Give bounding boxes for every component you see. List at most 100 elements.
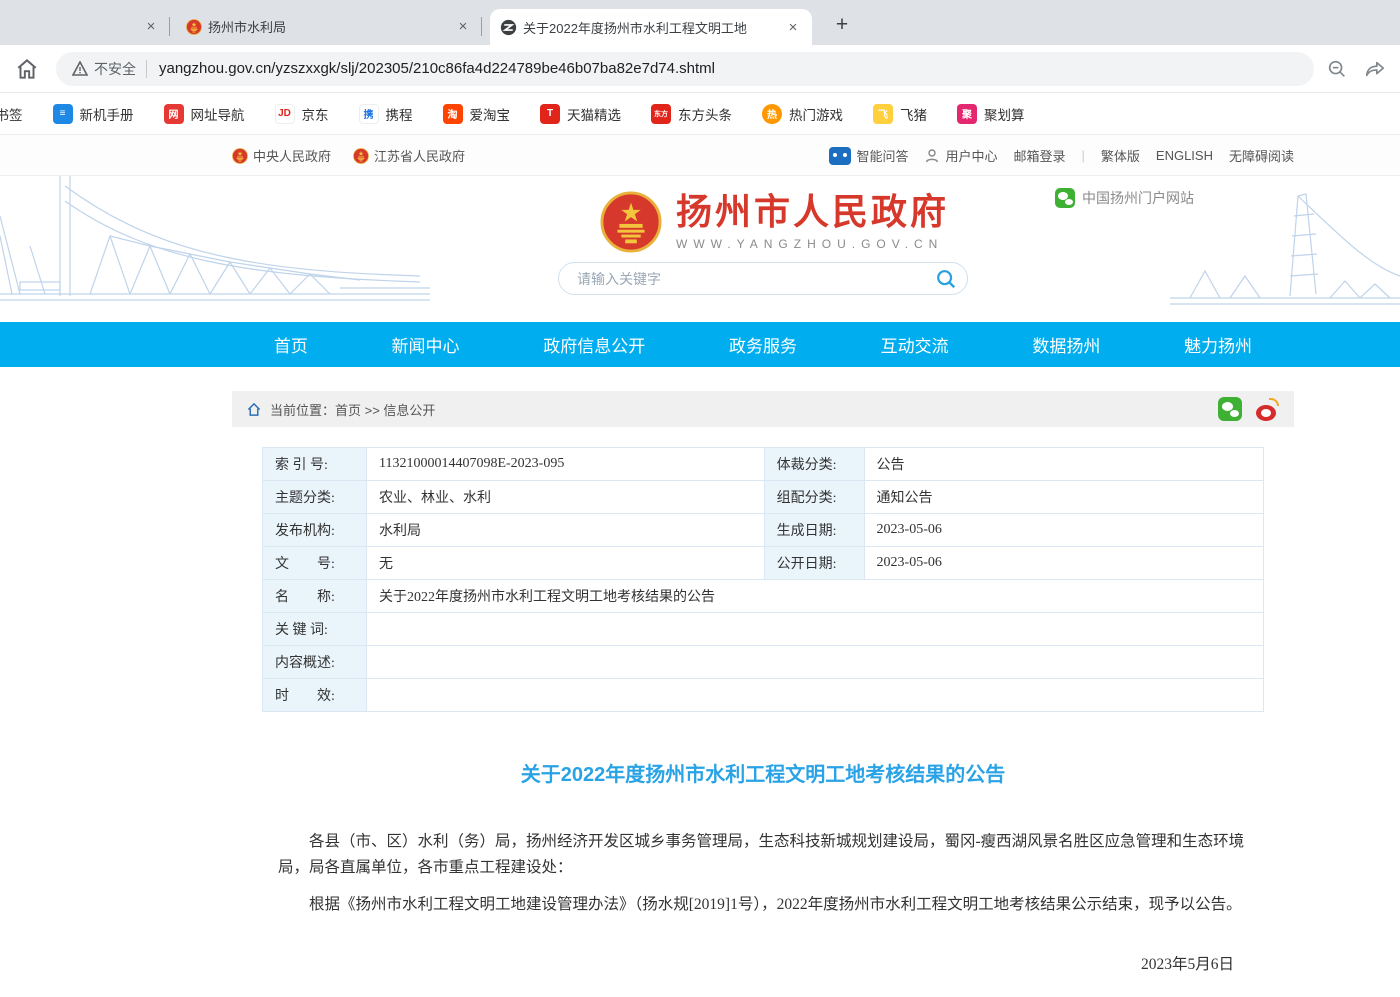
meta-label: 关 键 词: xyxy=(263,613,367,646)
meta-value: 水利局 xyxy=(366,514,764,547)
browser-tab-active-announcement[interactable]: 关于2022年度扬州市水利工程文明工地 × xyxy=(490,9,812,45)
nav-item-data[interactable]: 数据扬州 xyxy=(1032,332,1100,357)
meta-label: 主题分类: xyxy=(263,481,367,514)
tab-close-icon[interactable]: × xyxy=(784,18,802,36)
link-label: 用户中心 xyxy=(945,146,997,165)
document-meta-table: 索 引 号: 11321000014407098E-2023-095 体裁分类:… xyxy=(262,447,1264,712)
article-paragraph: 根据《扬州市水利工程文明工地建设管理办法》（扬水规[2019]1号），2022年… xyxy=(278,892,1248,918)
bookmark-hot-games[interactable]: 热 热门游戏 xyxy=(762,104,843,124)
main-navigation: 首页 新闻中心 政府信息公开 政务服务 互动交流 数据扬州 魅力扬州 xyxy=(0,322,1400,367)
link-english[interactable]: ENGLISH xyxy=(1156,148,1213,163)
utility-divider: | xyxy=(1082,148,1085,163)
meta-value: 11321000014407098E-2023-095 xyxy=(366,448,764,481)
portal-link[interactable]: 中国扬州门户网站 xyxy=(1055,188,1194,208)
browser-tab-yangzhou-water[interactable]: 扬州市水利局 × xyxy=(176,8,482,45)
bookmark-label: 天猫精选 xyxy=(567,104,621,124)
meta-value: 关于2022年度扬州市水利工程文明工地考核结果的公告 xyxy=(366,580,1263,613)
meta-value xyxy=(366,613,1263,646)
bookmark-label: 热门游戏 xyxy=(789,104,843,124)
nav-item-news[interactable]: 新闻中心 xyxy=(392,332,460,357)
new-tab-button[interactable]: + xyxy=(828,11,856,39)
bookmark-tmall[interactable]: T 天猫精选 xyxy=(540,104,621,124)
bookmark-fliggy[interactable]: 飞 飞猪 xyxy=(873,104,927,124)
link-user-center[interactable]: 用户中心 xyxy=(924,146,997,165)
table-row: 名 称: 关于2022年度扬州市水利工程文明工地考核结果的公告 xyxy=(263,580,1264,613)
ctrip-icon: 携 xyxy=(359,104,379,124)
games-icon: 热 xyxy=(762,104,782,124)
gov-emblem-favicon xyxy=(186,18,202,36)
browser-tab-previous[interactable]: × xyxy=(0,8,170,45)
link-traditional-chinese[interactable]: 繁体版 xyxy=(1101,146,1140,165)
tab-close-icon[interactable]: × xyxy=(142,18,160,36)
document-meta-section: 索 引 号: 11321000014407098E-2023-095 体裁分类:… xyxy=(232,427,1294,712)
bookmark-label: 京东 xyxy=(302,104,329,124)
meta-label: 公开日期: xyxy=(764,547,864,580)
bookmark-juhuasuan[interactable]: 聚 聚划算 xyxy=(957,104,1025,124)
link-accessibility[interactable]: 无障碍阅读 xyxy=(1229,146,1294,165)
nav-item-home[interactable]: 首页 xyxy=(274,332,308,357)
search-input[interactable] xyxy=(577,271,931,287)
tab-close-icon[interactable]: × xyxy=(454,18,472,36)
person-icon xyxy=(924,148,940,164)
link-mail-login[interactable]: 邮箱登录 xyxy=(1013,146,1065,165)
robot-icon xyxy=(829,147,851,165)
jd-icon: JD xyxy=(275,104,295,124)
table-row: 时 效: xyxy=(263,679,1264,712)
fliggy-icon: 飞 xyxy=(873,104,893,124)
wechat-share-icon[interactable] xyxy=(1218,397,1242,421)
browser-toolbar: 不安全 yangzhou.gov.cn/yzszxxgk/slj/202305/… xyxy=(0,45,1400,93)
wechat-icon xyxy=(1055,188,1075,208)
meta-value: 农业、林业、水利 xyxy=(366,481,764,514)
zoom-out-icon[interactable] xyxy=(1326,58,1348,80)
link-central-government[interactable]: 中央人民政府 xyxy=(232,146,331,165)
tab-title: 扬州市水利局 xyxy=(208,17,286,36)
link-label: 繁体版 xyxy=(1101,146,1140,165)
url-text[interactable]: yangzhou.gov.cn/yzszxxgk/slj/202305/210c… xyxy=(159,60,715,77)
link-jiangsu-government[interactable]: 江苏省人民政府 xyxy=(353,146,465,165)
site-subtitle-url: WWW.YANGZHOU.GOV.CN xyxy=(676,237,949,251)
link-label: ENGLISH xyxy=(1156,148,1213,163)
meta-label: 内容概述: xyxy=(263,646,367,679)
juhuasuan-icon: 聚 xyxy=(957,104,977,124)
meta-value: 公告 xyxy=(864,448,1263,481)
link-label: 江苏省人民政府 xyxy=(374,146,465,165)
meta-label: 体裁分类: xyxy=(764,448,864,481)
link-smart-qa[interactable]: 智能问答 xyxy=(829,146,908,165)
link-label: 无障碍阅读 xyxy=(1229,146,1294,165)
bookmark-eastday[interactable]: 东方 东方头条 xyxy=(651,104,732,124)
weibo-share-icon[interactable] xyxy=(1256,397,1280,421)
share-icon[interactable] xyxy=(1364,58,1386,80)
bookmark-jd[interactable]: JD 京东 xyxy=(275,104,329,124)
address-bar[interactable]: 不安全 yangzhou.gov.cn/yzszxxgk/slj/202305/… xyxy=(56,52,1314,86)
nav-item-charm[interactable]: 魅力扬州 xyxy=(1184,332,1252,357)
bookmark-ctrip[interactable]: 携 携程 xyxy=(359,104,413,124)
gov-emblem-icon xyxy=(353,147,369,165)
breadcrumb[interactable]: 当前位置：首页 >> 信息公开 xyxy=(270,400,435,419)
bookmark-new-phone-manual[interactable]: ≡ 新机手册 xyxy=(53,104,134,124)
search-button[interactable] xyxy=(931,264,961,294)
browser-favicon xyxy=(500,19,517,36)
bookmark-label: 网址导航 xyxy=(191,104,245,124)
meta-value xyxy=(366,646,1263,679)
article-section: 关于2022年度扬州市水利工程文明工地考核结果的公告 各县（市、区）水利（务）局… xyxy=(232,758,1294,997)
nav-item-gov-info[interactable]: 政府信息公开 xyxy=(543,332,645,357)
nav-item-interaction[interactable]: 互动交流 xyxy=(881,332,949,357)
bookmark-label: 爱淘宝 xyxy=(470,104,511,124)
table-row: 主题分类: 农业、林业、水利 组配分类: 通知公告 xyxy=(263,481,1264,514)
bookmark-url-navigation[interactable]: 网 网址导航 xyxy=(164,104,245,124)
article-title: 关于2022年度扬州市水利工程文明工地考核结果的公告 xyxy=(232,758,1294,787)
site-utility-bar: 中央人民政府 江苏省人民政府 智能问答 用户中心 邮箱登录 | xyxy=(0,135,1400,176)
article-paragraph: 各县（市、区）水利（务）局，扬州经济开发区城乡事务管理局，生态科技新城规划建设局… xyxy=(278,829,1248,882)
tab-title: 关于2022年度扬州市水利工程文明工地 xyxy=(523,18,747,37)
warning-icon xyxy=(72,61,88,77)
home-icon[interactable] xyxy=(14,56,40,82)
security-status-label[interactable]: 不安全 xyxy=(94,59,136,79)
meta-label: 文 号: xyxy=(263,547,367,580)
portal-label: 中国扬州门户网站 xyxy=(1082,188,1194,208)
site-banner: 扬州市人民政府 WWW.YANGZHOU.GOV.CN 中国扬州门户网站 xyxy=(0,176,1400,322)
bookmark-aitaobao[interactable]: 淘 爱淘宝 xyxy=(443,104,511,124)
breadcrumb-bar: 当前位置：首页 >> 信息公开 xyxy=(232,391,1294,427)
site-logo[interactable]: 扬州市人民政府 WWW.YANGZHOU.GOV.CN xyxy=(600,188,949,256)
bookmark-phone-marks[interactable]: 机书签 xyxy=(0,104,23,124)
nav-item-services[interactable]: 政务服务 xyxy=(729,332,797,357)
